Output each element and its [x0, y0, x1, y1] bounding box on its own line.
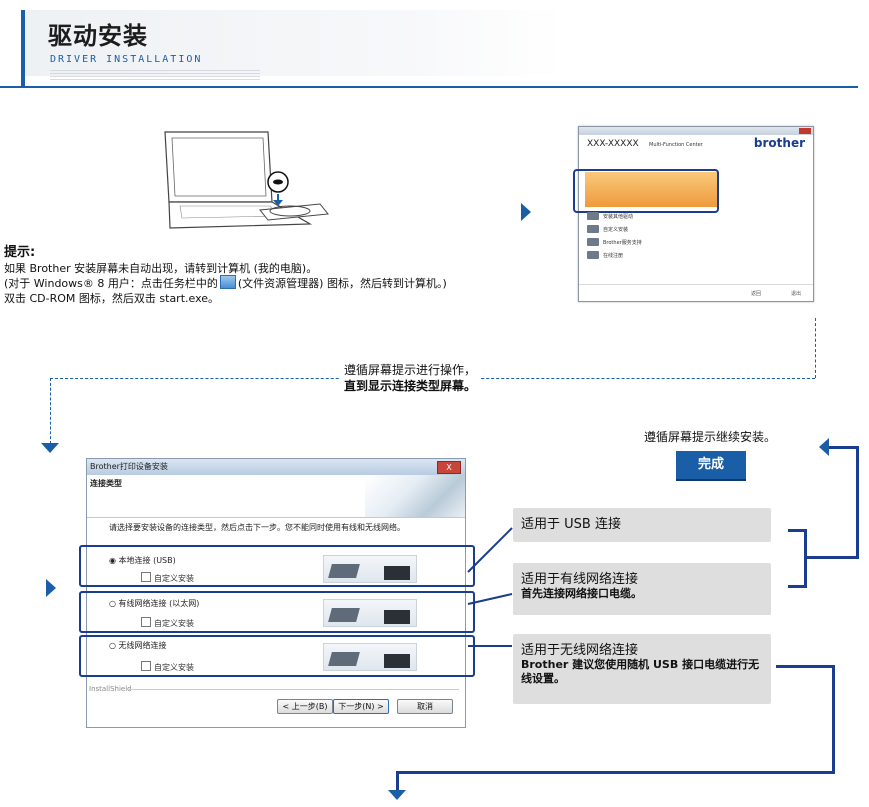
- cancel-button[interactable]: 取消: [397, 699, 453, 714]
- install-suite-frame: [573, 169, 719, 213]
- arrow-down-icon: [41, 443, 59, 453]
- window-footer: 返回 退出: [579, 284, 813, 301]
- menu-icon: [587, 251, 599, 259]
- installshield-label: InstallShield: [89, 685, 132, 693]
- tip-line-3: 双击 CD-ROM 图标，然后双击 start.exe。: [4, 292, 220, 305]
- back-link: 返回: [750, 291, 761, 297]
- brother-logo: brother: [753, 136, 805, 150]
- wireless-path-line: [776, 665, 834, 668]
- page-subtitle: DRIVER INSTALLATION: [50, 54, 203, 65]
- model-name: XXX-XXXXX: [587, 139, 639, 149]
- menu-row: 安装其他驱动: [587, 211, 633, 221]
- radio-usb[interactable]: ◉ 本地连接 (USB): [109, 555, 176, 566]
- custom-install-checkbox[interactable]: 自定义安装: [141, 572, 194, 584]
- usb-connection-image: [323, 555, 417, 583]
- installshield-divider: [129, 689, 459, 690]
- arrow-right-icon: [46, 579, 56, 597]
- instruction-text: 遵循屏幕提示进行操作， 直到显示连接类型屏幕。: [340, 362, 481, 394]
- dashed-connector: [50, 378, 51, 444]
- header-divider: [0, 86, 858, 88]
- bracket-line: [856, 446, 859, 559]
- callout-wireless: 适用于无线网络连接 Brother 建议您使用随机 USB 接口电缆进行无线设置…: [513, 634, 771, 704]
- laptop-cd-illustration: [164, 131, 329, 229]
- dialog-header-graphic: [365, 475, 465, 517]
- wireless-path-line: [396, 771, 835, 774]
- tip-title: 提示:: [4, 245, 36, 260]
- bracket-line: [828, 446, 859, 449]
- radio-wireless[interactable]: ○ 无线网络连接: [109, 640, 167, 651]
- exit-link: 退出: [790, 291, 801, 297]
- menu-icon: [587, 225, 599, 233]
- connection-type-dialog: Brother打印设备安装 X 连接类型 请选择要安装设备的连接类型，然后点击下…: [79, 458, 475, 728]
- finish-button[interactable]: 完成: [676, 451, 746, 481]
- dashed-connector: [815, 318, 816, 378]
- tip-line-2-b: (文件资源管理器) 图标，然后转到计算机。): [237, 277, 447, 290]
- dialog-instruction: 请选择要安装设备的连接类型，然后点击下一步。您不能同时使用有线和无线网络。: [109, 523, 405, 532]
- dialog-header-title: 连接类型: [90, 479, 122, 488]
- bracket-line: [806, 556, 858, 559]
- menu-icon: [587, 212, 599, 220]
- window-titlebar: [579, 127, 813, 135]
- menu-row: 自定义安装: [587, 224, 628, 234]
- tip-line-2-a: (对于 Windows® 8 用户：点击任务栏中的: [4, 277, 218, 290]
- callout-usb: 适用于 USB 连接: [513, 508, 771, 542]
- menu-icon: [587, 238, 599, 246]
- brother-center-screenshot: XXX-XXXXX Multi-Function Center brother …: [573, 126, 814, 302]
- dialog-header: 连接类型: [87, 475, 465, 518]
- center-subtitle: Multi-Function Center: [649, 142, 703, 148]
- wireless-connection-image: [323, 643, 417, 671]
- menu-row: 在线注册: [587, 250, 623, 260]
- wireless-path-line: [396, 771, 399, 791]
- menu-row: Brother服务支持: [587, 237, 642, 247]
- dialog-titlebar: Brother打印设备安装 X: [87, 459, 465, 475]
- file-explorer-icon: [219, 275, 236, 289]
- custom-install-checkbox[interactable]: 自定义安装: [141, 617, 194, 629]
- tip-line-1: 如果 Brother 安装屏幕未自动出现，请转到计算机 (我的电脑)。: [4, 262, 318, 275]
- callout-wired: 适用于有线网络连接 首先连接网络接口电缆。: [513, 563, 771, 615]
- finish-instruction: 遵循屏幕提示继续安装。: [644, 430, 777, 444]
- arrow-right-icon: [521, 203, 531, 221]
- next-button[interactable]: 下一步(N) >: [333, 699, 389, 714]
- back-button[interactable]: < 上一步(B): [277, 699, 333, 714]
- arrow-down-icon: [388, 790, 406, 800]
- arrow-left-icon: [819, 438, 829, 456]
- tip-line-2: (对于 Windows® 8 用户：点击任务栏中的 (文件资源管理器) 图标，然后…: [4, 275, 447, 291]
- radio-wired[interactable]: ○ 有线网络连接 (以太网): [109, 598, 199, 609]
- wireless-path-line: [832, 665, 835, 774]
- dialog-close-button[interactable]: X: [437, 461, 461, 474]
- header-fine-print-decoration: [50, 70, 260, 82]
- header-accent-bar: [21, 10, 25, 86]
- close-icon: [799, 128, 811, 134]
- page-title: 驱动安装: [48, 22, 148, 50]
- custom-install-checkbox[interactable]: 自定义安装: [141, 661, 194, 673]
- wired-connection-image: [323, 599, 417, 627]
